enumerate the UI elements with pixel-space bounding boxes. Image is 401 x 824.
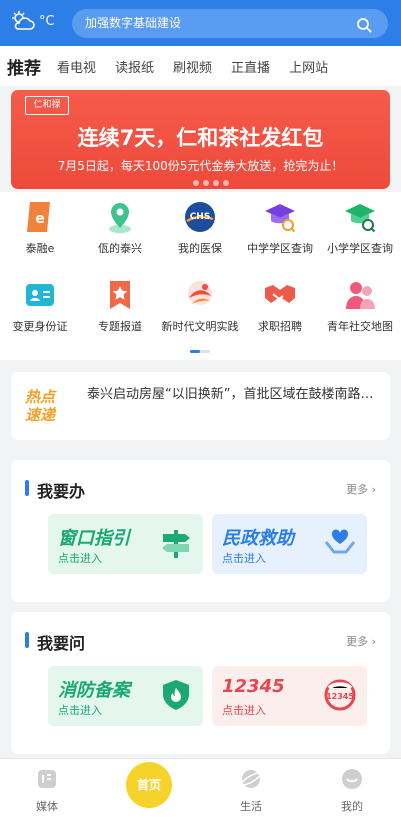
category-tabs: 推荐 看电视 读报纸 刷视频 正直播 上网站 [0, 46, 401, 86]
map-pin-icon [103, 200, 137, 234]
banner-subtitle: 7月5日起，每天100份5元代金券大放送，抢完为止！ [57, 159, 344, 173]
grid-item-tai-xing[interactable]: 佤的泰兴 [80, 200, 160, 256]
grid-label: 新时代文明实践 [161, 320, 239, 333]
hot-news-card[interactable]: 热点 速递 泰兴启动房屋“以旧换新”，首批区域在鼓楼南路… [11, 372, 390, 440]
tabbar-mine[interactable]: 我的 [322, 767, 382, 814]
hot-news-label: 热点 速递 [25, 388, 56, 424]
tab-recommend[interactable]: 推荐 [7, 54, 41, 79]
tile-title: 12345 [222, 676, 285, 697]
weather-widget[interactable]: °C [10, 10, 55, 32]
section-ask-title: 我要问 [25, 630, 85, 654]
tile-fire-filing[interactable]: 消防备案 点击进入 [48, 666, 203, 726]
grid-item-job-recruitment[interactable]: 求职招聘 [240, 278, 320, 334]
grid-item-primary-school-district[interactable]: 小学学区查询 [320, 200, 400, 256]
grid-item-youth-social-map[interactable]: 青年社交地图 [320, 278, 400, 334]
weather-cloud-sun-icon [10, 10, 36, 32]
star-bookmark-icon [103, 278, 137, 312]
heart-hands-icon [323, 526, 357, 564]
hot-news-headline[interactable]: 泰兴启动房屋“以旧换新”，首批区域在鼓楼南路… [87, 384, 377, 406]
tab-tv[interactable]: 看电视 [57, 57, 96, 76]
civilization-icon [183, 278, 217, 312]
tile-sub: 点击进入 [222, 552, 266, 565]
tabbar-life[interactable]: 生活 [221, 767, 281, 814]
tabbar-media-label: 媒体 [36, 800, 58, 813]
people-icon [343, 278, 377, 312]
section-do-title: 我要办 [25, 478, 85, 502]
svg-text:CHS: CHS [190, 212, 211, 222]
banner-pager-dots [193, 180, 229, 186]
graduation-cap-search-green-icon [343, 200, 377, 234]
hotline-12345-icon: 12345 [323, 678, 357, 716]
grid-label: 小学学区查询 [327, 242, 393, 255]
tile-title: 窗口指引 [58, 528, 130, 549]
grid-item-special-report[interactable]: 专题报道 [80, 278, 160, 334]
tile-title: 民政救助 [222, 528, 294, 549]
weather-unit: °C [39, 13, 55, 29]
tab-website[interactable]: 上网站 [289, 57, 328, 76]
tile-sub: 点击进入 [58, 704, 102, 717]
tabbar-home-button[interactable]: 首页 [126, 762, 172, 808]
tabbar-media[interactable]: 媒体 [17, 767, 77, 814]
tile-title: 消防备案 [58, 680, 130, 701]
taironge-icon: e [23, 200, 57, 234]
bottom-tab-bar: 媒体 生活 我的 [0, 758, 401, 824]
svg-text:e: e [35, 211, 45, 227]
grid-label: 泰融e [25, 242, 55, 255]
grid-label: 我的医保 [178, 242, 222, 255]
search-bar[interactable]: 加强数字基础建设 [72, 9, 388, 38]
search-icon[interactable] [356, 15, 372, 44]
promo-banner[interactable]: 仁和禄 连续7天，仁和茶社发红包 7月5日起，每天100份5元代金券大放送，抢完… [11, 90, 390, 189]
section-do-more[interactable]: 更多 › [346, 481, 376, 497]
grid-label: 求职招聘 [258, 320, 302, 333]
top-header: °C 加强数字基础建设 [0, 0, 401, 46]
tile-sub: 点击进入 [58, 552, 102, 565]
search-placeholder: 加强数字基础建设 [85, 16, 182, 30]
chevron-right-icon: › [371, 483, 376, 496]
tab-live[interactable]: 正直播 [231, 57, 270, 76]
chevron-right-icon: › [371, 635, 376, 648]
grid-label: 青年社交地图 [327, 320, 393, 333]
fire-shield-icon [159, 678, 193, 716]
grid-pager-indicator [190, 350, 210, 353]
section-do-card: 我要办 更多 › 窗口指引 点击进入 民政救助 点击进入 [11, 460, 390, 602]
chs-medical-insurance-icon: CHS [183, 200, 217, 234]
grid-item-civilization-practice[interactable]: 新时代文明实践 [160, 278, 240, 334]
grid-item-medical-insurance[interactable]: CHS 我的医保 [160, 200, 240, 256]
smile-face-icon [322, 767, 382, 794]
tabbar-life-label: 生活 [240, 800, 262, 813]
media-icon [17, 767, 77, 794]
id-card-icon [23, 278, 57, 312]
grid-label: 佤的泰兴 [98, 242, 142, 255]
banner-logo: 仁和禄 [25, 96, 69, 115]
graduation-cap-search-icon [263, 200, 297, 234]
grid-label: 中学学区查询 [247, 242, 313, 255]
grid-item-change-id-card[interactable]: 变更身份证 [0, 278, 80, 334]
signpost-icon [159, 526, 193, 564]
tabbar-home-label: 首页 [136, 778, 161, 792]
section-ask-more[interactable]: 更多 › [346, 633, 376, 649]
grid-label: 变更身份证 [12, 320, 68, 333]
tile-civil-relief[interactable]: 民政救助 点击进入 [212, 514, 367, 574]
service-grid: e 泰融e 佤的泰兴 CHS 我的医保 中学学区查询 小学学区查询 变更身份证 … [0, 192, 401, 360]
tab-video[interactable]: 刷视频 [173, 57, 212, 76]
planet-icon [221, 767, 281, 794]
grid-item-middle-school-district[interactable]: 中学学区查询 [240, 200, 320, 256]
svg-text:12345: 12345 [326, 692, 354, 701]
tile-hotline-12345[interactable]: 12345 点击进入 12345 [212, 666, 367, 726]
tile-window-guide[interactable]: 窗口指引 点击进入 [48, 514, 203, 574]
grid-item-taironge[interactable]: e 泰融e [0, 200, 80, 256]
section-ask-card: 我要问 更多 › 消防备案 点击进入 12345 点击进入 12345 [11, 612, 390, 754]
tab-newspaper[interactable]: 读报纸 [115, 57, 154, 76]
tile-sub: 点击进入 [222, 704, 266, 717]
tabbar-mine-label: 我的 [341, 800, 363, 813]
banner-title: 连续7天，仁和茶社发红包 [77, 126, 324, 150]
grid-label: 专题报道 [98, 320, 142, 333]
handshake-icon [263, 278, 297, 312]
